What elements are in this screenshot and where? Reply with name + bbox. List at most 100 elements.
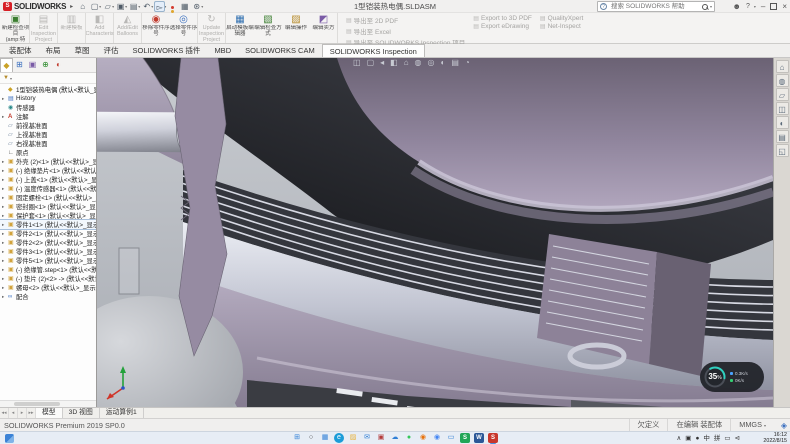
document-tab[interactable]: 模型 [36,408,63,418]
view-settings-icon[interactable]: ◔ [465,58,470,69]
tray-icon[interactable]: ● [695,433,699,444]
ribbon-button[interactable]: ▦启动模板编辑器 [226,13,254,43]
search-input[interactable] [609,2,699,11]
feature-tree-item[interactable]: ▸右视基准面 [0,139,96,148]
tree-horizontal-scrollbar[interactable] [0,400,96,407]
document-tab[interactable]: 运动算例1 [100,408,144,418]
scrollbar-thumb[interactable] [14,402,60,406]
ribbon-button[interactable]: ▤Edit Inspection Project [30,13,58,43]
taskbar-app-icon[interactable]: W [474,433,484,443]
close-button[interactable]: × [782,2,787,11]
panel-tab[interactable]: ◆ [0,58,13,72]
taskbar-app-icon[interactable]: ☁ [390,433,400,443]
panel-tab[interactable]: ▣ [26,58,39,72]
feature-tree-item[interactable]: ▸注解 [0,112,96,121]
tab-nav-arrow-icon[interactable]: ◂◂ [0,408,9,418]
section-view-icon[interactable]: ◧ [390,58,398,69]
ribbon-button[interactable]: ◧Add Characteristic [86,13,114,43]
tab-nav-arrow-icon[interactable]: ▸▸ [27,408,36,418]
tray-icon[interactable]: ⊲ [735,433,740,444]
quick-access-button[interactable]: ▣ [115,1,126,12]
tray-icon[interactable]: ▣ [685,433,691,444]
ribbon-button[interactable]: ↻Update Inspection Project [198,13,226,43]
filter-dropdown-icon[interactable]: ▾ [10,76,12,81]
help-button[interactable]: ? [746,3,750,10]
ribbon-tab[interactable]: SOLIDWORKS CAM [238,44,322,57]
performance-overlay[interactable]: 35% 0.3K/s 0K/s [700,362,764,392]
taskbar-app-icon[interactable]: e [334,433,344,443]
quick-access-button[interactable]: ▢ [89,1,100,12]
feature-tree-item[interactable]: ▸上视基准面 [0,130,96,139]
taskbar-app-icon[interactable]: ○ [306,433,316,443]
taskbar-app-icon[interactable]: ◉ [418,433,428,443]
search-icon[interactable] [701,3,709,11]
taskbar-app-icon[interactable]: ▨ [348,433,358,443]
taskbar-app-icon[interactable]: ▦ [320,433,330,443]
ribbon-button[interactable]: ▨编辑操作 [282,13,310,43]
ribbon-tab[interactable]: 草图 [68,44,97,57]
feature-tree-item[interactable]: ▸(-) 绝缘管.step<1> (默认<<默认> [0,265,96,274]
task-pane-icon[interactable]: ◫ [776,102,789,115]
panel-tab[interactable]: ◐ [52,58,65,72]
feature-tree-root[interactable]: ▸ 1型铠装热电偶 (默认<默认_显示状态-1 [0,85,96,94]
tab-nav-arrow-icon[interactable]: ▸ [18,408,27,418]
export-menu-item[interactable]: ▤QualityXpert [540,15,583,22]
ribbon-button[interactable]: ◩编辑卖方 [310,13,338,43]
feature-tree-item[interactable]: ▸零件2<1> (默认<<默认>_显示状态 [0,229,96,238]
view-orientation-icon[interactable]: ⌂ [404,58,409,69]
export-menu-item[interactable]: ▤Export to 3D PDF [473,15,532,22]
task-pane-icon[interactable]: ▤ [776,130,789,143]
login-icon[interactable]: ☻ [733,2,741,11]
edit-appearance-icon[interactable]: ◐ [441,58,446,69]
ribbon-button[interactable]: ◉移除零件序号 [142,13,170,43]
feature-tree-item[interactable]: ▸(-) 温度传感器<1> (默认<<默认>_ [0,184,96,193]
tab-nav-arrow-icon[interactable]: ◂ [9,408,18,418]
feature-tree-item[interactable]: ▸(-) 绝缘垫片<1> (默认<<默认>_显 [0,166,96,175]
apply-scene-icon[interactable]: ▤ [451,58,459,69]
feature-tree-item[interactable]: ▸密封圈<1> (默认<<默认>_显示状 [0,202,96,211]
tray-icon[interactable]: 拼 [714,433,721,444]
graphics-viewport[interactable]: ◫▢◂◧⌂◍◎◐▤◔ 35% 0.3K/s 0K/s [97,58,773,407]
feature-tree-item[interactable]: ▸固定螺栓<1> (默认<<默认>_显示 [0,193,96,202]
taskbar-app-icon[interactable]: ▭ [446,433,456,443]
minimize-button[interactable]: – [761,2,765,11]
taskbar-app-icon[interactable]: S [460,433,470,443]
panel-tab[interactable]: ⊞ [13,58,26,72]
taskbar-app-icon[interactable]: ✉ [362,433,372,443]
ribbon-tab[interactable]: 装配体 [2,44,39,57]
taskbar-app-icon[interactable]: ◉ [432,433,442,443]
export-menu-item[interactable]: ▤Export eDrawing [473,23,532,30]
quick-access-button[interactable]: ↶ [141,1,152,12]
feature-tree-item[interactable]: ▸零件3<1> (默认<<默认>_显示状态 [0,247,96,256]
model-3d-view[interactable] [97,58,773,407]
tray-icon[interactable]: ▭ [724,433,730,444]
tray-icon[interactable]: ∧ [677,433,682,444]
ribbon-tab[interactable]: MBD [207,44,238,57]
taskbar-clock[interactable]: 16:12 2022/8/15 [763,433,787,444]
quick-access-button[interactable] [167,1,178,12]
taskbar-app-icon[interactable]: ● [404,433,414,443]
units-selector[interactable]: MMGS ▾ [730,419,774,432]
taskbar-app-icon[interactable]: S [488,433,498,443]
ribbon-tab[interactable]: SOLIDWORKS Inspection [322,44,425,57]
taskbar-app-icon[interactable]: ⊞ [292,433,302,443]
task-pane-icon[interactable]: ⌂ [776,60,789,73]
export-menu-item[interactable]: ▤导出至 2D PDF [346,15,465,25]
feature-tree-item[interactable]: ▸零件5<1> (默认<<默认>_显示状态 [0,256,96,265]
ribbon-button[interactable]: ◭Add/Edit Balloons [114,13,142,43]
document-tab[interactable]: 3D 视图 [63,408,100,418]
task-pane-icon[interactable]: ◐ [776,116,789,129]
help-search-box[interactable]: ? ▾ [597,1,715,12]
feature-tree-item[interactable]: ▸原点 [0,148,96,157]
hide-show-items-icon[interactable]: ◎ [428,58,435,69]
menu-flyout-arrow-icon[interactable]: ▸ [70,3,73,10]
ribbon-tab[interactable]: 布局 [39,44,68,57]
feature-tree-item[interactable]: ▸保护套<1> (默认<<默认>_显示状 [0,211,96,220]
task-pane-icon[interactable]: ▱ [776,88,789,101]
search-dropdown-icon[interactable]: ▾ [710,4,712,9]
ribbon-button[interactable]: ◎选择零件序号 [170,13,198,43]
units-dropdown-icon[interactable]: ▾ [764,423,766,428]
status-tag-icon[interactable]: ◈ [781,419,787,432]
quick-access-button[interactable]: ▦ [179,1,190,12]
ribbon-tab[interactable]: 评估 [97,44,126,57]
